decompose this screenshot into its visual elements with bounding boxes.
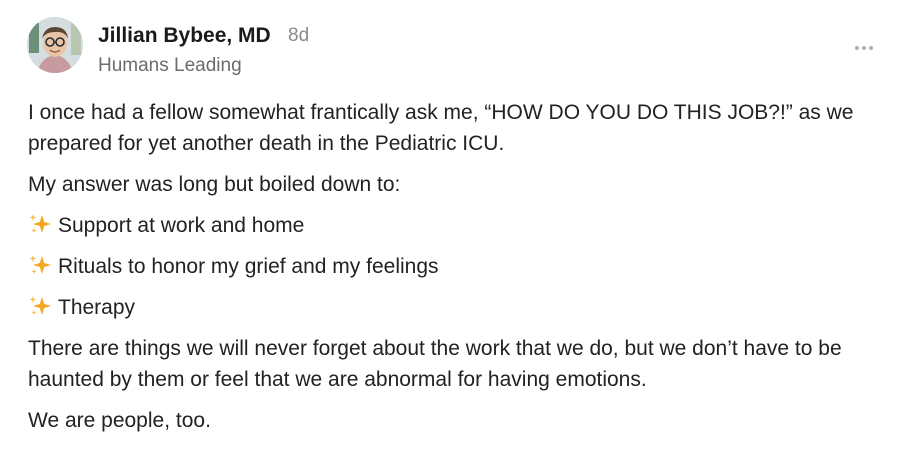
list-item: Support at work and home (28, 210, 888, 241)
list-item-text: Therapy (58, 296, 136, 319)
post-paragraph: There are things we will never forget ab… (28, 337, 842, 391)
post-paragraph: I once had a fellow somewhat frantically… (28, 101, 854, 155)
post-timestamp[interactable]: 8d (288, 25, 309, 47)
list-item-text: Support at work and home (58, 214, 305, 237)
author-avatar[interactable] (27, 17, 83, 73)
sparkles-icon (29, 255, 51, 274)
publication-name[interactable]: Humans Leading (98, 55, 242, 77)
list-item-text: Rituals to honor my grief and my feeling… (58, 255, 439, 278)
sparkles-icon (29, 296, 51, 315)
avatar-image (27, 17, 83, 73)
post-body: I once had a fellow somewhat frantically… (28, 97, 888, 446)
more-dot (862, 46, 866, 50)
author-name[interactable]: Jillian Bybee, MD (98, 24, 271, 48)
note-post: Jillian Bybee, MD 8d Humans Leading I on… (0, 0, 904, 454)
more-options-button[interactable] (850, 38, 878, 58)
list-item: Rituals to honor my grief and my feeling… (28, 251, 888, 282)
post-paragraph: We are people, too. (28, 409, 211, 432)
post-paragraph: My answer was long but boiled down to: (28, 173, 401, 196)
more-dot (869, 46, 873, 50)
list-item: Therapy (28, 292, 888, 323)
sparkles-icon (29, 214, 51, 233)
more-horizontal-icon (855, 46, 859, 50)
